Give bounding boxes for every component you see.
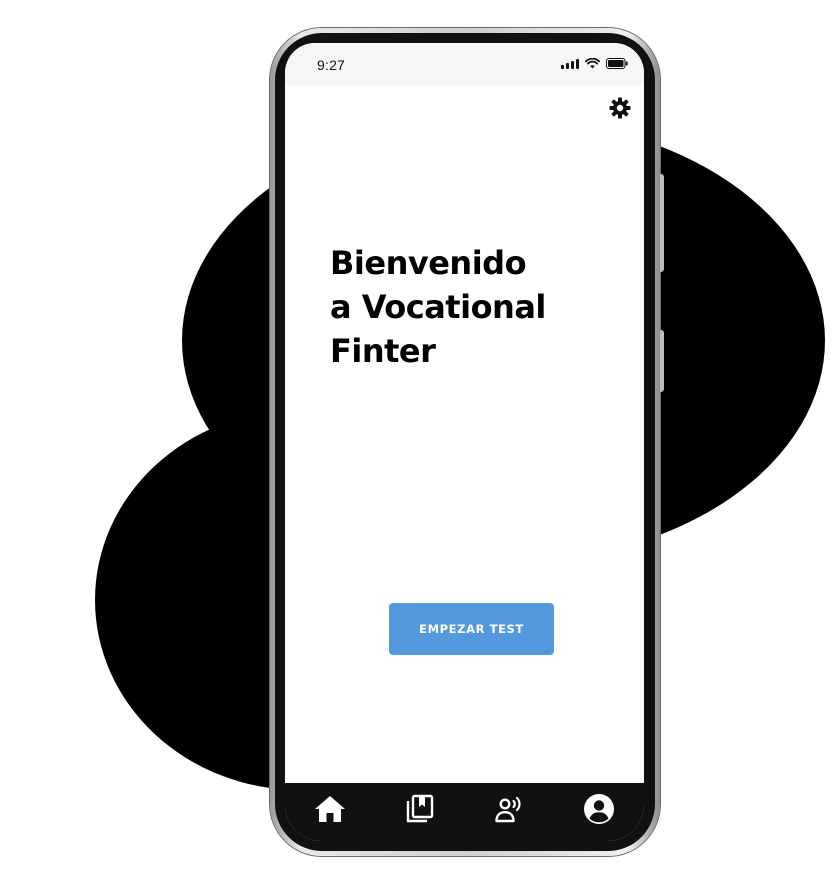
wifi-icon [585, 58, 600, 69]
stage: 9:27 Bienvenido a Vocational Finter EMPE… [0, 0, 835, 889]
phone-frame: 9:27 Bienvenido a Vocational Finter EMPE… [270, 28, 664, 856]
nav-home[interactable] [306, 791, 354, 831]
library-bookmark-icon [405, 794, 435, 828]
status-icons [561, 58, 628, 69]
nav-library[interactable] [396, 791, 444, 831]
speaking-person-icon [494, 794, 524, 828]
signal-icon [561, 59, 579, 69]
nav-account[interactable] [575, 791, 623, 831]
battery-icon [606, 58, 628, 69]
volume-down-button [660, 330, 664, 392]
status-time: 9:27 [317, 57, 346, 73]
welcome-title-line-2: a Vocational [330, 288, 546, 326]
welcome-title: Bienvenido a Vocational Finter [330, 241, 630, 373]
account-icon [583, 793, 615, 829]
gear-icon[interactable] [608, 96, 632, 120]
start-test-button[interactable]: EMPEZAR TEST [389, 603, 554, 655]
status-bar: 9:27 [285, 43, 644, 85]
home-icon [314, 794, 346, 828]
bottom-nav [285, 783, 644, 841]
volume-up-button [660, 174, 664, 272]
welcome-title-line-3: Finter [330, 332, 436, 370]
app-screen: 9:27 Bienvenido a Vocational Finter EMPE… [285, 43, 644, 841]
nav-voice[interactable] [485, 791, 533, 831]
welcome-title-line-1: Bienvenido [330, 244, 527, 282]
